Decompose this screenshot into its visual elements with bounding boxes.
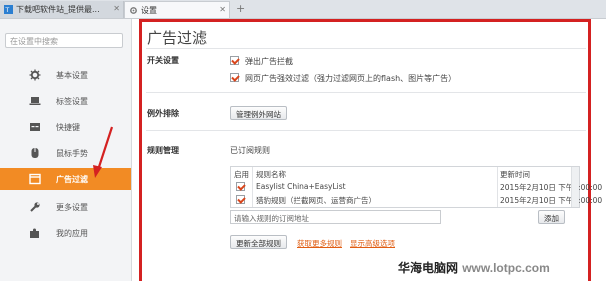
column-header-name: 规则名称 — [256, 170, 286, 179]
divider — [146, 92, 586, 93]
sidebar-item-basic[interactable]: 基本设置 — [0, 64, 131, 86]
column-divider — [497, 167, 498, 207]
column-header-enabled: 启用 — [234, 170, 249, 179]
sidebar-item-label: 标签设置 — [56, 97, 88, 106]
ad-filter-panel: 广告过滤 开关设置 弹出广告拦截 网页广告强效过滤（强力过滤网页上的flash、… — [139, 19, 602, 281]
tab-settings[interactable]: 设置 ✕ — [124, 1, 230, 18]
subscribed-rules-label: 已订阅规则 — [230, 146, 270, 155]
sidebar-item-label: 广告过滤 — [56, 175, 88, 184]
sidebar-item-label: 鼠标手势 — [56, 149, 88, 158]
tab-label: 设置 — [141, 6, 157, 15]
sidebar-item-label: 快捷键 — [56, 123, 80, 132]
switch-settings-label: 开关设置 — [147, 56, 179, 65]
sidebar-item-ad-filter[interactable]: 广告过滤 — [0, 168, 131, 190]
settings-search-input[interactable]: 在设置中搜索 — [5, 33, 123, 48]
update-all-rules-button[interactable]: 更新全部规则 — [230, 235, 287, 249]
sidebar-item-label: 我的应用 — [56, 229, 88, 238]
sidebar-item-label: 更多设置 — [56, 203, 88, 212]
rule-subscription-input[interactable]: 请输入规则的订阅地址 — [230, 210, 441, 224]
watermark: 华海电脑网 www.lotpc.com — [398, 259, 550, 276]
close-tab-icon[interactable]: ✕ — [219, 5, 226, 14]
wrench-icon — [30, 202, 40, 212]
window-icon — [29, 173, 41, 185]
puzzle-icon — [30, 228, 39, 238]
svg-text:T: T — [4, 7, 9, 14]
manage-exceptions-button[interactable]: 管理例外网站 — [230, 106, 287, 120]
rules-management-label: 规则管理 — [147, 146, 179, 155]
add-rule-button[interactable]: 添加 — [538, 210, 565, 224]
rules-table: 启用 规则名称 更新时间 Easylist China+EasyList 201… — [230, 166, 602, 208]
rule-name: 猎豹规则（拦截网页、运营商广告） — [256, 196, 376, 205]
page-title: 广告过滤 — [147, 29, 208, 47]
laptop-icon — [29, 97, 41, 105]
divider — [146, 130, 586, 131]
sidebar-item-my-apps[interactable]: 我的应用 — [0, 222, 131, 244]
popup-block-label: 弹出广告拦截 — [245, 57, 293, 66]
tab-download-site[interactable]: T 下载吧软件站_提供最... ✕ — [0, 1, 124, 18]
popup-block-checkbox[interactable] — [230, 56, 239, 65]
strong-filter-label: 网页广告强效过滤（强力过滤网页上的flash、图片等广告） — [245, 74, 457, 83]
strong-filter-checkbox[interactable] — [230, 73, 239, 82]
site-favicon-icon: T — [4, 5, 13, 14]
column-header-time: 更新时间 — [500, 170, 530, 179]
sidebar-item-tabs[interactable]: 标签设置 — [0, 90, 131, 112]
tab-label: 下载吧软件站_提供最... — [16, 5, 100, 14]
sidebar-item-more-settings[interactable]: 更多设置 — [0, 196, 131, 218]
settings-sidebar: 在设置中搜索 基本设置 标签设置 快捷键 鼠标手势 广告过滤 更多设置 我的应用 — [0, 19, 132, 281]
keyboard-icon — [30, 123, 40, 131]
watermark-url: www.lotpc.com — [462, 261, 550, 275]
rule-update-time: 2015年2月10日 下午6:00:00 — [500, 196, 603, 205]
sidebar-item-label: 基本设置 — [56, 71, 88, 80]
get-more-rules-link[interactable]: 获取更多规则 — [297, 238, 342, 249]
rule-enable-checkbox[interactable] — [236, 182, 245, 191]
gear-icon — [130, 7, 137, 14]
sidebar-item-shortcuts[interactable]: 快捷键 — [0, 116, 131, 138]
sidebar-item-mouse-gestures[interactable]: 鼠标手势 — [0, 142, 131, 164]
rule-update-time: 2015年2月10日 下午6:00:00 — [500, 183, 603, 192]
new-tab-button[interactable]: + — [236, 2, 245, 15]
divider — [146, 48, 586, 49]
mouse-icon — [31, 148, 39, 158]
rule-name: Easylist China+EasyList — [256, 182, 346, 191]
watermark-site-name: 华海电脑网 — [398, 261, 459, 275]
tab-strip: T 下载吧软件站_提供最... ✕ 设置 ✕ + — [0, 0, 606, 19]
close-tab-icon[interactable]: ✕ — [113, 4, 120, 13]
column-divider — [252, 167, 253, 207]
exclusions-label: 例外排除 — [147, 109, 179, 118]
rule-enable-checkbox[interactable] — [236, 195, 245, 204]
table-scrollbar[interactable] — [571, 167, 579, 207]
gear-icon — [29, 69, 41, 81]
show-advanced-options-link[interactable]: 显示高级选项 — [350, 238, 395, 249]
